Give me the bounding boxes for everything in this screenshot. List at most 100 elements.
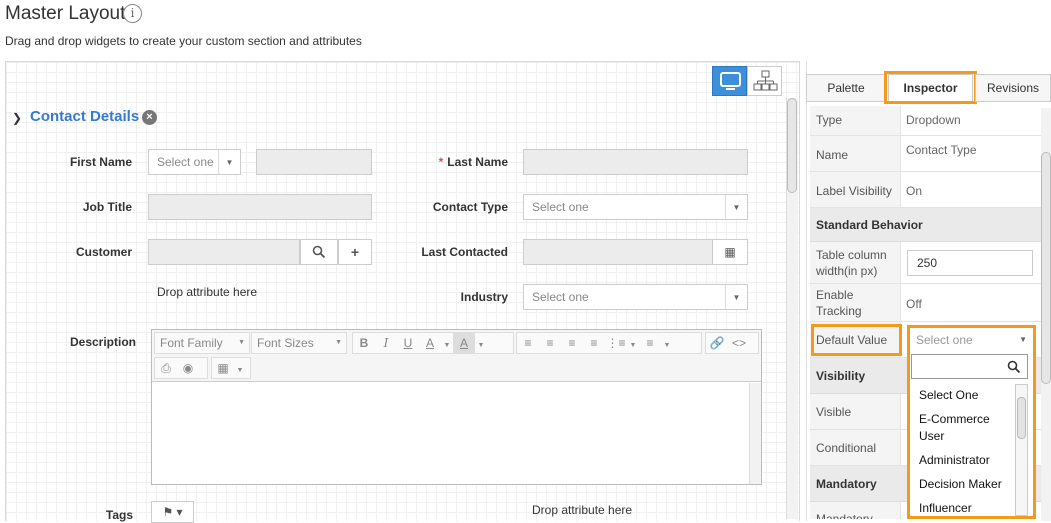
font-family-select[interactable]: Font Family ▼ <box>154 332 250 354</box>
close-circle-icon[interactable]: × <box>142 110 157 125</box>
align-right-icon[interactable]: ≡ <box>561 333 583 353</box>
salutation-value: Select one <box>157 155 214 169</box>
table-icon[interactable]: ▦ <box>212 358 234 378</box>
link-code-group: 🔗 <> <box>705 332 759 354</box>
default-value-placeholder: Select one <box>916 333 973 347</box>
dropdown-scrollbar-thumb[interactable] <box>1017 397 1026 439</box>
calendar-icon: ▦ <box>724 245 736 259</box>
page-title: Master Layout <box>5 3 126 24</box>
mandatory-key: Mandatory <box>810 502 901 519</box>
industry-label: Industry <box>460 290 508 304</box>
align-center-icon[interactable]: ≡ <box>539 333 561 353</box>
default-value-highlight <box>811 324 902 356</box>
conditional-key: Conditional <box>810 430 901 465</box>
hierarchy-icon <box>753 70 778 91</box>
last-contacted-input[interactable] <box>523 239 713 265</box>
dropdown-scrollbar[interactable] <box>1015 384 1028 516</box>
label-visibility-value[interactable]: On <box>906 172 922 205</box>
drop-attribute-zone-bottom[interactable]: Drop attribute here <box>532 503 632 517</box>
dropdown-option[interactable]: Select One <box>913 387 1013 404</box>
customer-search-button[interactable] <box>300 239 338 265</box>
desktop-view-button[interactable] <box>712 66 747 96</box>
tags-button[interactable]: ⚑ ▾ <box>151 501 194 523</box>
font-color-icon[interactable]: A <box>419 333 441 353</box>
caret-down-icon[interactable]: ▼ <box>475 336 487 356</box>
bold-icon[interactable]: B <box>353 333 375 353</box>
caret-down-icon[interactable]: ▼ <box>441 336 453 356</box>
tab-revisions[interactable]: Revisions <box>975 74 1051 102</box>
caret-down-icon[interactable]: ▼ <box>627 336 639 356</box>
default-value-select[interactable]: Select one ▼ <box>910 328 1033 352</box>
table-group: ▦ ▼ <box>211 357 251 379</box>
code-icon[interactable]: <> <box>728 333 750 353</box>
dropdown-option[interactable]: Administrator <box>913 452 1013 469</box>
chevron-down-icon[interactable]: ❯ <box>12 111 22 125</box>
last-name-input[interactable] <box>523 149 748 175</box>
inspector-row-type: Type Dropdown <box>810 106 1041 136</box>
contact-type-select[interactable]: Select one ▼ <box>523 194 748 220</box>
table-width-input[interactable]: 250 <box>907 250 1033 276</box>
format-group: B I U A ▼ A ▼ <box>352 332 514 354</box>
bullet-list-icon[interactable]: ⋮≡ <box>605 333 627 353</box>
tab-palette[interactable]: Palette <box>806 74 886 102</box>
inspector-row-label-visibility: Label Visibility On <box>810 172 1041 208</box>
last-name-label: * Last Name <box>400 155 508 169</box>
standard-behavior-heading: Standard Behavior <box>810 208 1041 242</box>
label-visibility-key: Label Visibility <box>810 172 901 207</box>
editor-scrollbar[interactable] <box>749 383 761 484</box>
caret-down-icon: ▼ <box>238 339 245 346</box>
canvas-scrollbar-thumb[interactable] <box>787 98 797 193</box>
highlight-color-icon[interactable]: A <box>453 333 475 353</box>
dropdown-option[interactable]: E-Commerce User <box>913 411 1013 445</box>
panel-scrollbar-thumb[interactable] <box>1041 152 1051 384</box>
salutation-select[interactable]: Select one ▼ <box>148 149 241 175</box>
contact-type-value: Select one <box>532 200 589 214</box>
align-left-icon[interactable]: ≡ <box>517 333 539 353</box>
monitor-icon <box>720 72 741 90</box>
industry-select[interactable]: Select one ▼ <box>523 284 748 310</box>
contact-type-label: Contact Type <box>432 200 508 214</box>
caret-down-icon[interactable]: ▼ <box>234 361 246 381</box>
font-sizes-select[interactable]: Font Sizes ▼ <box>251 332 347 354</box>
align-group: ≡ ≡ ≡ ≡ ⋮≡ ▼ ≡ ▼ <box>516 332 702 354</box>
job-title-input[interactable] <box>148 194 372 220</box>
last-contacted-label: Last Contacted <box>421 245 508 259</box>
inspector-row-name: Name Contact Type <box>810 136 1041 172</box>
calendar-button[interactable]: ▦ <box>712 239 748 265</box>
section-title[interactable]: Contact Details <box>30 108 139 125</box>
info-icon[interactable]: i <box>123 4 142 23</box>
inspector-row-table-width: Table column width(in px) 250 <box>810 242 1041 284</box>
visible-key: Visible <box>810 394 901 429</box>
tree-view-button[interactable] <box>747 66 782 96</box>
first-name-input[interactable] <box>256 149 372 175</box>
numbered-list-icon[interactable]: ≡ <box>639 333 661 353</box>
align-justify-icon[interactable]: ≡ <box>583 333 605 353</box>
print-icon[interactable]: ⎙ <box>155 358 177 378</box>
type-key: Type <box>810 106 901 135</box>
italic-icon[interactable]: I <box>375 333 397 353</box>
font-family-label: Font Family <box>160 336 223 350</box>
print-preview-group: ⎙ ◉ <box>154 357 208 379</box>
dropdown-option[interactable]: Influencer <box>913 500 1013 517</box>
dropdown-option[interactable]: Decision Maker <box>913 476 1013 493</box>
dropdown-search-input[interactable] <box>911 354 1028 379</box>
caret-down-icon: ▼ <box>218 150 240 174</box>
caret-down-icon[interactable]: ▼ <box>661 336 673 356</box>
drop-attribute-zone[interactable]: Drop attribute here <box>157 285 257 299</box>
tags-label: Tags <box>105 508 133 522</box>
type-value: Dropdown <box>906 113 961 127</box>
table-width-key: Table column width(in px) <box>810 242 901 283</box>
job-title-label: Job Title <box>82 200 132 214</box>
industry-value: Select one <box>532 290 589 304</box>
link-icon[interactable]: 🔗 <box>706 333 728 353</box>
customer-input[interactable] <box>148 239 300 265</box>
last-name-label-text: Last Name <box>447 155 508 169</box>
customer-add-button[interactable]: + <box>338 239 372 265</box>
preview-eye-icon[interactable]: ◉ <box>177 358 199 378</box>
enable-tracking-value[interactable]: Off <box>906 284 922 318</box>
search-icon <box>1007 360 1021 374</box>
name-value[interactable]: Contact Type <box>906 136 977 164</box>
underline-icon[interactable]: U <box>397 333 419 353</box>
caret-down-icon: ▼ <box>725 195 747 219</box>
search-icon <box>312 245 326 259</box>
